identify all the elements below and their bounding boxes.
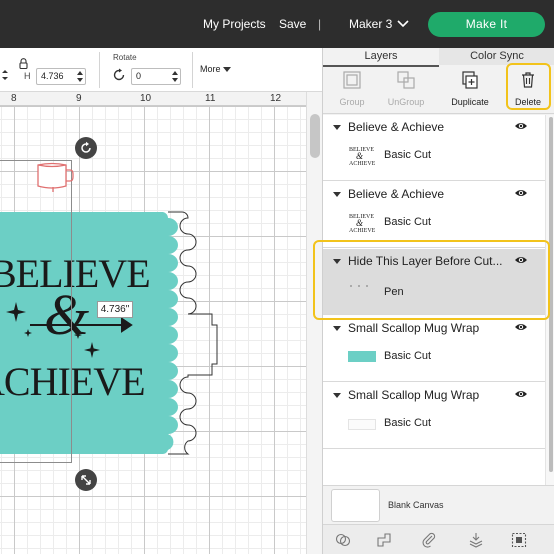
layer-group[interactable]: Small Scallop Mug Wrap Basic Cut — [323, 316, 545, 382]
canvas-scrollbar[interactable] — [306, 92, 322, 554]
layer-group[interactable]: Believe & Achieve BELIEVE & ACHIEVE Basi… — [323, 115, 545, 181]
group-label: Group — [339, 97, 365, 107]
delete-highlight — [506, 63, 551, 110]
ungroup-icon — [397, 71, 415, 89]
height-field[interactable]: 4.736 — [36, 68, 86, 85]
layer-title: Small Scallop Mug Wrap — [348, 321, 480, 335]
save-button[interactable]: Save — [279, 17, 306, 31]
thumb-word: ACHIEVE — [349, 161, 375, 166]
layer-operation: Basic Cut — [384, 350, 432, 362]
header-separator: | — [318, 17, 322, 31]
teal-swatch — [348, 351, 376, 362]
eye-icon[interactable] — [514, 322, 528, 332]
thumb-word: ACHIEVE — [349, 228, 375, 233]
top-bar: My Projects Save | Maker 3 Make It — [0, 0, 554, 48]
blank-canvas-label: Blank Canvas — [388, 500, 444, 510]
layer-title: Small Scallop Mug Wrap — [348, 388, 480, 402]
mug-icon — [37, 162, 74, 192]
collapse-caret-icon[interactable] — [333, 326, 341, 331]
believe-achieve-thumbnail: BELIEVE & ACHIEVE — [349, 214, 375, 233]
bottom-toolbar — [323, 524, 554, 554]
thumb-word: & — [356, 151, 363, 161]
resize-arrows-icon — [81, 475, 91, 485]
believe-achieve-thumbnail: BELIEVE & ACHIEVE — [349, 147, 375, 166]
thumb-word: & — [356, 218, 363, 228]
more-label: More — [200, 64, 221, 74]
height-value: 4.736 — [41, 71, 64, 81]
height-stepper-icon[interactable] — [77, 71, 83, 82]
height-label: H — [24, 71, 31, 81]
layers-panel: Layers Color Sync Group UnGroup Duplicat… — [313, 48, 554, 554]
rotate-handle-icon — [81, 141, 91, 153]
layer-operation: Basic Cut — [384, 149, 432, 161]
rotate-handle[interactable] — [75, 137, 97, 159]
chevron-down-icon[interactable] — [396, 17, 410, 31]
layer-operation: Basic Cut — [384, 417, 432, 429]
blank-canvas-row[interactable]: Blank Canvas — [323, 485, 554, 523]
collapse-caret-icon[interactable] — [333, 192, 341, 197]
layer-group[interactable]: Believe & Achieve BELIEVE & ACHIEVE Basi… — [323, 182, 545, 248]
toolbar-divider — [99, 52, 100, 88]
weld-icon[interactable] — [376, 532, 392, 548]
rotate-icon — [113, 68, 125, 81]
duplicate-label: Duplicate — [451, 97, 489, 107]
flatten-icon[interactable] — [468, 532, 484, 548]
white-swatch — [348, 419, 376, 430]
my-projects-link[interactable]: My Projects — [203, 17, 266, 31]
rotate-field[interactable]: 0 — [131, 68, 181, 85]
eye-icon[interactable] — [514, 121, 528, 131]
duplicate-button[interactable]: Duplicate — [441, 67, 499, 114]
rotate-stepper-icon[interactable] — [172, 71, 178, 82]
tab-layers[interactable]: Layers — [323, 48, 439, 65]
eye-icon[interactable] — [514, 188, 528, 198]
layer-title: Believe & Achieve — [348, 120, 445, 134]
blank-canvas-swatch[interactable] — [331, 489, 380, 522]
make-it-button[interactable]: Make It — [428, 12, 545, 37]
contour-icon[interactable] — [511, 532, 527, 548]
edit-toolbar: H 4.736 Rotate 0 More — [0, 48, 322, 92]
group-icon — [343, 71, 361, 89]
group-button[interactable]: Group — [323, 67, 381, 114]
ungroup-label: UnGroup — [387, 97, 425, 107]
selection-box[interactable] — [0, 160, 72, 463]
dimension-label: 4.736" — [97, 301, 133, 318]
canvas-scrollbar-thumb[interactable] — [310, 114, 320, 158]
collapse-caret-icon[interactable] — [333, 125, 341, 130]
caret-down-icon — [223, 66, 232, 72]
more-menu-button[interactable]: More — [200, 64, 232, 76]
lock-icon[interactable] — [19, 58, 28, 69]
eye-icon[interactable] — [514, 389, 528, 399]
collapse-caret-icon[interactable] — [333, 393, 341, 398]
width-stepper-icon[interactable] — [1, 69, 9, 81]
layer-operation: Basic Cut — [384, 216, 432, 228]
slice-icon[interactable] — [335, 532, 351, 548]
duplicate-icon — [462, 71, 478, 89]
ungroup-button[interactable]: UnGroup — [377, 67, 435, 114]
design-canvas[interactable]: 8 9 10 11 12 BELIEVE & ACHIEVE — [0, 92, 322, 554]
hidden-layer-highlight — [313, 240, 550, 320]
layer-title: Believe & Achieve — [348, 187, 445, 201]
resize-handle[interactable] — [75, 469, 97, 491]
layer-group[interactable]: Small Scallop Mug Wrap Basic Cut — [323, 383, 545, 449]
toolbar-divider — [192, 52, 193, 88]
attach-icon[interactable] — [421, 532, 437, 548]
machine-selector[interactable]: Maker 3 — [349, 17, 392, 31]
rotate-value: 0 — [136, 71, 142, 81]
rotate-label: Rotate — [113, 53, 137, 62]
